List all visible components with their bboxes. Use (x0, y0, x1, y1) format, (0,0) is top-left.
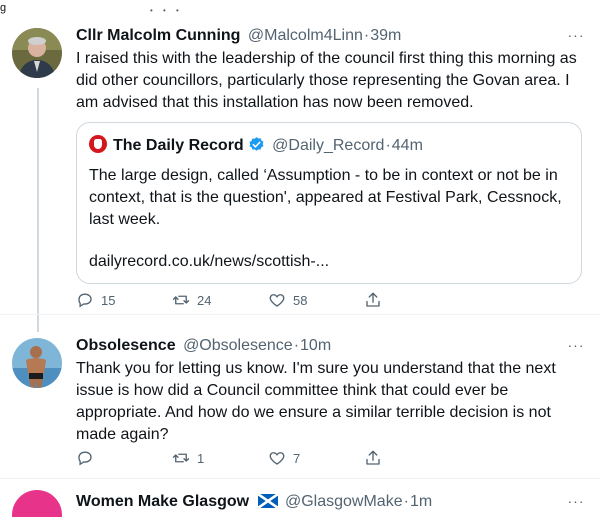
divider (0, 478, 600, 479)
avatar[interactable] (12, 490, 62, 517)
more-icon[interactable]: ··· (564, 28, 588, 48)
share-button[interactable] (364, 448, 382, 468)
separator-dot: · (385, 137, 391, 154)
quote-text: The large design, called ‘Assumption - t… (89, 167, 562, 228)
share-button[interactable] (364, 290, 382, 310)
tweet-text: I raised this with the leadership of the… (76, 50, 577, 111)
tweet-text: Thank you for letting us know. I'm sure … (76, 360, 556, 443)
top-fragment: g • • • (0, 0, 600, 20)
retweet-icon (172, 453, 190, 463)
like-icon (269, 452, 285, 465)
retweet-button[interactable]: 24 (172, 290, 211, 310)
reply-icon (78, 451, 92, 466)
reply-button[interactable] (76, 448, 101, 468)
divider (0, 314, 600, 315)
top-fragment-text: g (0, 2, 7, 14)
saltire-flag-icon (256, 492, 279, 514)
quote-header: The Daily Record @Daily_Record·44m (89, 135, 423, 159)
tweet-actions: 1 7 (76, 448, 396, 468)
reply-button[interactable]: 15 (76, 290, 115, 310)
avatar[interactable] (12, 28, 62, 78)
daily-record-logo-icon (89, 135, 107, 153)
separator-dot: · (403, 493, 409, 510)
top-fragment-dots: • • • (150, 6, 183, 15)
quote-author-name: The Daily Record (113, 137, 244, 154)
author-handle[interactable]: @GlasgowMake (285, 493, 403, 510)
retweet-icon (172, 295, 190, 305)
quote-timestamp: 44m (391, 137, 423, 154)
retweet-button[interactable]: 1 (172, 448, 204, 468)
quoted-tweet[interactable]: The Daily Record @Daily_Record·44m The l… (76, 122, 582, 284)
more-icon[interactable]: ··· (564, 494, 588, 514)
verified-icon (248, 136, 265, 159)
tweet-header: Cllr Malcolm Cunning @Malcolm4Linn·39m (76, 26, 586, 46)
quote-link[interactable]: dailyrecord.co.uk/news/scottish-... (89, 251, 329, 273)
quote-author-handle: @Daily_Record (272, 137, 385, 154)
author-name[interactable]: Obsolesence (76, 337, 176, 354)
retweet-count: 1 (197, 450, 205, 466)
avatar[interactable] (12, 338, 62, 388)
tweet-2[interactable]: Obsolesence @Obsolesence·10m Thank you f… (0, 330, 600, 480)
like-icon (269, 294, 285, 307)
separator-dot: · (293, 337, 300, 354)
separator-dot: · (363, 27, 370, 44)
reply-count: 15 (101, 292, 116, 308)
author-name[interactable]: Women Make Glasgow (76, 493, 249, 510)
like-button[interactable]: 7 (268, 448, 300, 468)
share-icon (366, 292, 380, 307)
author-handle[interactable]: @Malcolm4Linn (248, 27, 363, 44)
author-name[interactable]: Cllr Malcolm Cunning (76, 27, 240, 44)
like-button[interactable]: 58 (268, 290, 307, 310)
tweet-header: Women Make Glasgow @GlasgowMake·1m (76, 492, 586, 512)
tweet-3[interactable]: Women Make Glasgow @GlasgowMake·1m ··· (0, 480, 600, 517)
retweet-count: 24 (197, 292, 212, 308)
like-count: 7 (293, 450, 301, 466)
share-icon (366, 450, 380, 465)
tweet-1[interactable]: Cllr Malcolm Cunning @Malcolm4Linn·39m I… (0, 24, 600, 314)
reply-icon (78, 293, 92, 308)
tweet-header: Obsolesence @Obsolesence·10m (76, 336, 586, 356)
author-handle[interactable]: @Obsolesence (183, 337, 293, 354)
like-count: 58 (293, 292, 308, 308)
tweet-actions: 15 24 58 (76, 290, 396, 310)
timestamp[interactable]: 1m (410, 493, 432, 510)
timestamp[interactable]: 10m (300, 337, 331, 354)
timestamp[interactable]: 39m (370, 27, 401, 44)
more-icon[interactable]: ··· (564, 338, 588, 358)
